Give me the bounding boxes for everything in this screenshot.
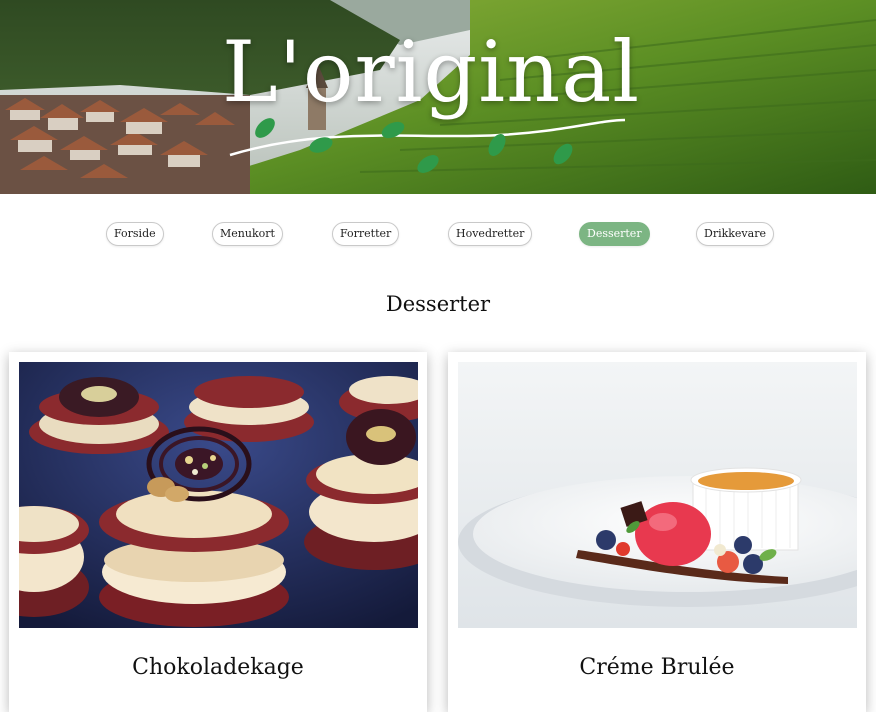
card-title: Chokoladekage (132, 655, 304, 680)
creme-brulee-photo (458, 362, 857, 628)
card-title: Créme Brulée (579, 655, 735, 680)
nav-item-drikkevare[interactable]: Drikkevare (696, 222, 774, 246)
nav-item-desserter[interactable]: Desserter (579, 222, 650, 246)
chocolate-cake-photo (19, 362, 418, 628)
nav-item-menukort[interactable]: Menukort (212, 222, 283, 246)
nav-item-forretter[interactable]: Forretter (332, 222, 400, 246)
dessert-card-creme-brulee[interactable]: Créme Brulée (448, 352, 866, 712)
hero-banner: L'original (0, 0, 876, 194)
nav-item-forside[interactable]: Forside (106, 222, 164, 246)
nav-item-hovedretter[interactable]: Hovedretter (448, 222, 533, 246)
main-nav: Forside Menukort Forretter Hovedretter D… (0, 222, 876, 246)
logo-vine-decoration-icon (229, 118, 626, 173)
page-title: Desserter (385, 292, 491, 316)
dessert-card-chokoladekage[interactable]: Chokoladekage (9, 352, 427, 712)
